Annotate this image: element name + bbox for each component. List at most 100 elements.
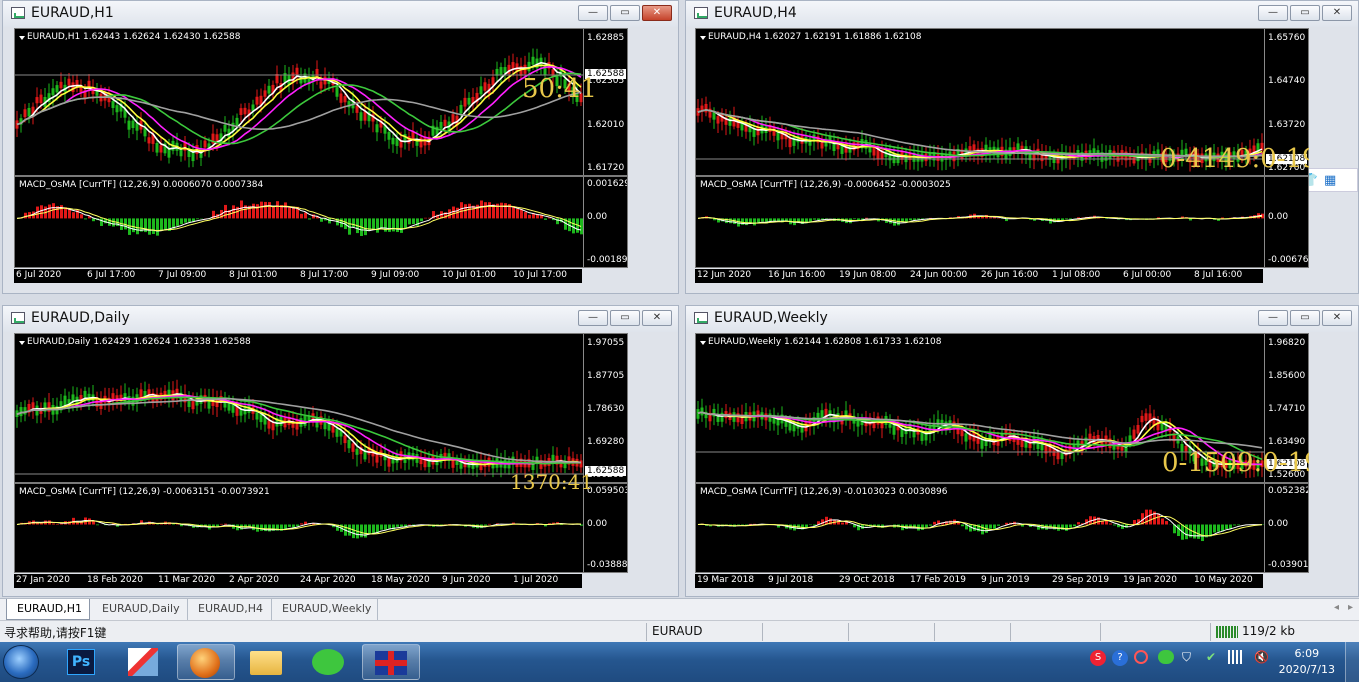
photoshop-taskbar-button[interactable]: Ps [54, 644, 112, 680]
macd-pane[interactable]: MACD_OsMA [CurrTF] (12,26,9) 0.0006070 0… [14, 176, 628, 268]
macd-bar [769, 218, 772, 222]
countdown-overlay: 1370:41 [510, 470, 594, 494]
macd-bar [1077, 522, 1080, 525]
metatrader-taskbar-button[interactable] [177, 644, 235, 680]
window-titlebar[interactable]: EURAUD,H4 — ▭ ✕ [686, 1, 1358, 27]
macd-bar [396, 524, 399, 527]
candle-body [295, 67, 299, 75]
macd-bar [817, 218, 820, 221]
candle-body [111, 101, 115, 109]
macd-pane[interactable]: MACD_OsMA [CurrTF] (12,26,9) -0.0006452 … [695, 176, 1309, 268]
macd-bar [352, 524, 355, 539]
maximize-button[interactable]: ▭ [610, 310, 640, 326]
time-tick-label: 8 Jul 16:00 [1194, 270, 1243, 280]
time-tick-label: 29 Oct 2018 [839, 575, 895, 585]
candle-body [239, 108, 243, 115]
chart-menu-icon[interactable] [700, 341, 706, 345]
close-button[interactable]: ✕ [642, 310, 672, 326]
price-tick-label: 1.61720 [587, 163, 625, 173]
macd-pane[interactable]: MACD_OsMA [CurrTF] (12,26,9) -0.0103023 … [695, 483, 1309, 573]
close-button[interactable]: ✕ [1322, 310, 1352, 326]
macd-axis[interactable]: 0.0016294 0.00 -0.001892 [583, 177, 627, 267]
minimize-button[interactable]: — [1258, 310, 1288, 326]
time-axis: 19 Mar 2018 9 Jul 2018 29 Oct 2018 17 Feb 2… [695, 574, 1263, 588]
macd-axis[interactable]: 0.00 -0.006760 [1264, 177, 1308, 267]
maximize-button[interactable]: ▭ [1290, 310, 1320, 326]
chart-menu-icon[interactable] [19, 36, 25, 40]
paint-taskbar-button[interactable] [116, 644, 174, 680]
network-tray-icon[interactable] [1228, 650, 1244, 664]
candle-body [375, 124, 379, 133]
time-tick-label: 7 Jul 09:00 [158, 270, 207, 280]
minimize-button[interactable]: — [1258, 5, 1288, 21]
macd-bar [152, 218, 155, 234]
close-button[interactable]: ✕ [1322, 5, 1352, 21]
price-axis[interactable]: 1.970551.877051.786301.692801.602051.625… [583, 334, 627, 482]
macd-bar [176, 218, 179, 226]
candle-body [439, 121, 443, 129]
tab-euraud-daily[interactable]: EURAUD,Daily [92, 599, 188, 620]
time-tick-label: 18 May 2020 [371, 575, 430, 585]
time-tick-label: 16 Jun 16:00 [768, 270, 826, 280]
macd-bar [388, 524, 391, 529]
window-titlebar[interactable]: EURAUD,Weekly — ▭ ✕ [686, 306, 1358, 332]
macd-bar [1125, 524, 1128, 528]
countdown-overlay: 0-4149:0-19 [1160, 144, 1309, 174]
wechat-tray-icon[interactable] [1158, 650, 1174, 664]
candle-body [267, 420, 271, 429]
macd-bar [853, 218, 856, 219]
sogou-tray-icon[interactable]: S [1090, 650, 1106, 666]
price-chart-pane[interactable]: EURAUD,Daily 1.62429 1.62624 1.62338 1.6… [14, 333, 628, 483]
moving-average-line [16, 64, 582, 152]
status-help: 寻求帮助,请按F1键 [4, 626, 107, 640]
maximize-button[interactable]: ▭ [610, 5, 640, 21]
explorer-taskbar-button[interactable] [238, 644, 296, 680]
tab-euraud-h4[interactable]: EURAUD,H4 [188, 599, 272, 620]
help-tray-icon[interactable]: ? [1112, 650, 1128, 666]
macd-bar [925, 524, 928, 528]
volume-muted-icon[interactable]: 🔇 [1254, 650, 1269, 664]
window-titlebar[interactable]: EURAUD,H1 — ▭ ✕ [3, 1, 678, 27]
macd-bar [981, 524, 984, 535]
wechat-taskbar-button[interactable] [300, 644, 358, 680]
candle-body [700, 407, 704, 416]
tab-euraud-weekly[interactable]: EURAUD,Weekly [272, 599, 378, 620]
macd-bar [989, 217, 992, 219]
chart-menu-icon[interactable] [700, 36, 706, 40]
macd-bar [172, 524, 175, 526]
macd-bar [484, 202, 487, 219]
grid-menu-icon[interactable]: ▦ [1324, 173, 1336, 188]
tab-scroll-right-icon[interactable]: ▸ [1348, 602, 1353, 613]
candle-body [768, 413, 772, 422]
shield-tray-icon[interactable]: ⛉ [1182, 650, 1191, 665]
close-button[interactable]: ✕ [642, 5, 672, 21]
candle-body [255, 96, 259, 105]
macd-axis[interactable]: 0.0523829 0.00 -0.0390125 [1264, 484, 1308, 572]
macd-tick-label: -0.038889 [587, 560, 628, 570]
system-clock[interactable]: 6:09 2020/7/13 [1279, 646, 1335, 678]
tab-euraud-h1[interactable]: EURAUD,H1 [6, 599, 90, 620]
candle-body [527, 61, 531, 72]
macd-bar [136, 218, 139, 235]
blocked-tray-icon[interactable] [1134, 650, 1148, 664]
show-desktop-button[interactable] [1345, 642, 1359, 682]
macd-bar [1069, 524, 1072, 528]
minimize-button[interactable]: — [578, 310, 608, 326]
candlestick-plot[interactable] [15, 334, 583, 483]
candle-body [39, 94, 43, 104]
minimize-button[interactable]: — [578, 5, 608, 21]
time-tick-label: 6 Jul 17:00 [87, 270, 136, 280]
windows-start-icon[interactable] [3, 645, 39, 679]
uk-flag-taskbar-button[interactable] [362, 644, 420, 680]
maximize-button[interactable]: ▭ [1290, 5, 1320, 21]
macd-bar [981, 216, 984, 219]
macd-bar [524, 212, 527, 219]
tab-scroll-left-icon[interactable]: ◂ [1334, 602, 1339, 613]
candlestick-plot[interactable] [15, 29, 583, 176]
macd-bar [364, 218, 367, 236]
window-titlebar[interactable]: EURAUD,Daily — ▭ ✕ [3, 306, 678, 332]
security-tray-icon[interactable]: ✔ [1206, 650, 1216, 664]
chart-menu-icon[interactable] [19, 341, 25, 345]
candle-body [347, 439, 351, 449]
macd-bar [68, 209, 71, 219]
